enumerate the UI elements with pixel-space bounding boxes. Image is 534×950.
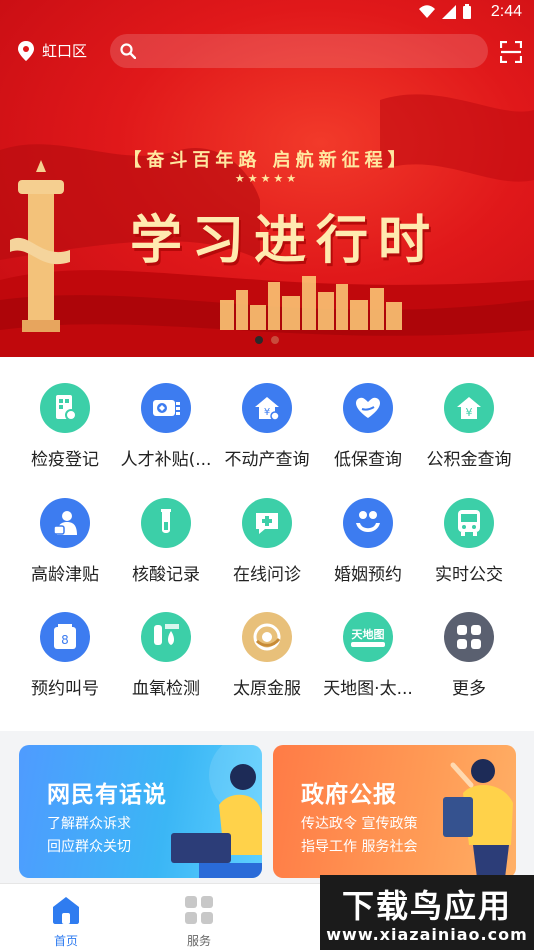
service-label: 在线问诊: [233, 565, 301, 585]
service-item-online-consultation[interactable]: 在线问诊: [217, 498, 317, 598]
service-label: 实时公交: [435, 565, 503, 585]
watermark-url: www.xiazainiao.com: [326, 925, 528, 944]
service-item-talent-subsidy[interactable]: 人才补贴(...: [116, 383, 216, 483]
services-grid: 检疫登记 人才补贴(... ¥ 不动产查询 低保查询 ¥ 公积金查询 高龄津贴 …: [0, 357, 534, 731]
service-item-blood-oxygen[interactable]: 血氧检测: [116, 612, 216, 712]
card-subtitle: 传达政令 宣传政策: [301, 816, 418, 832]
signal-icon: [442, 5, 456, 19]
medical-chat-icon: [242, 498, 292, 548]
tianditu-icon: 天地图: [343, 612, 393, 662]
service-label: 不动产查询: [224, 450, 310, 470]
talent-subsidy-icon: [141, 383, 191, 433]
service-label: 高龄津贴: [31, 565, 99, 585]
search-icon: [120, 43, 136, 59]
more-grid-icon: [444, 612, 494, 662]
service-item-queue-ticket[interactable]: 8 预约叫号: [15, 612, 115, 712]
service-item-subsistence-query[interactable]: 低保查询: [318, 383, 418, 483]
location-label: 虹口区: [42, 42, 88, 60]
service-item-quarantine-register[interactable]: 检疫登记: [15, 383, 115, 483]
card-title: 政府公报: [301, 782, 397, 808]
service-item-more[interactable]: 更多: [419, 612, 519, 712]
scan-icon[interactable]: [500, 41, 522, 63]
blood-oxygen-icon: [141, 612, 191, 662]
carousel-dot-active: [255, 336, 263, 344]
card-title: 网民有话说: [47, 782, 167, 808]
service-label: 低保查询: [334, 450, 402, 470]
house-fund-icon: ¥: [444, 383, 494, 433]
nav-label: 服务: [186, 934, 211, 948]
service-item-tianditu[interactable]: 天地图 天地图·太...: [318, 612, 418, 712]
service-label: 检疫登记: [31, 450, 99, 470]
service-label: 天地图·太...: [323, 679, 413, 699]
service-label: 血氧检测: [132, 679, 200, 699]
card-subtitle: 指导工作 服务社会: [301, 839, 418, 855]
document-scan-icon: [40, 383, 90, 433]
location-selector[interactable]: 虹口区: [18, 40, 87, 61]
banner-stars: ★★★★★: [234, 172, 300, 185]
service-item-marriage-appointment[interactable]: 婚姻预约: [318, 498, 418, 598]
bulletin-illustration: [443, 759, 513, 878]
service-label: 更多: [452, 679, 486, 699]
wifi-icon: [419, 5, 435, 18]
nav-tab-home[interactable]: 首页: [21, 884, 111, 950]
bus-icon: [444, 498, 494, 548]
status-bar: 2:44: [0, 0, 534, 26]
services-grid-icon: [185, 896, 213, 924]
watermark-title: 下载鸟应用: [341, 887, 512, 925]
banner-title: 学习进行时: [130, 210, 441, 271]
card-netizen-voice[interactable]: 网民有话说 了解群众诉求 回应群众关切: [19, 745, 262, 878]
service-item-housing-fund-query[interactable]: ¥ 公积金查询: [419, 383, 519, 483]
carousel-dot: [271, 336, 279, 344]
service-item-realtime-bus[interactable]: 实时公交: [419, 498, 519, 598]
service-item-taiyuan-finance[interactable]: 太原金服: [217, 612, 317, 712]
status-icons: [418, 4, 472, 20]
house-yuan-icon: ¥: [242, 383, 292, 433]
card-gov-bulletin[interactable]: 政府公报 传达政令 宣传政策 指导工作 服务社会: [273, 745, 516, 878]
banner-slogan: 【奋斗百年路 启航新征程】: [123, 150, 411, 171]
netizen-illustration: [171, 745, 262, 878]
service-item-nucleic-acid-record[interactable]: 核酸记录: [116, 498, 216, 598]
status-time: 2:44: [490, 3, 522, 20]
service-item-elderly-allowance[interactable]: 高龄津贴: [15, 498, 115, 598]
watermark: 下载鸟应用 www.xiazainiao.com: [320, 875, 534, 950]
marriage-icon: [343, 498, 393, 548]
svg-text:天地图: 天地图: [352, 627, 385, 641]
svg-text:¥: ¥: [466, 406, 473, 419]
banner-carousel[interactable]: 2:44 虹口区 【奋斗百年路 启航新征程】 ★★★★★ 学习进行时: [0, 0, 534, 357]
location-pin-icon: [18, 40, 34, 61]
carousel-indicator: [255, 336, 279, 344]
battery-icon: [463, 4, 471, 19]
card-subtitle: 了解群众诉求: [47, 816, 131, 832]
service-label: 人才补贴(...: [120, 450, 212, 470]
queue-ticket-icon: 8: [40, 612, 90, 662]
service-label: 婚姻预约: [334, 565, 402, 585]
nav-label: 首页: [53, 934, 78, 948]
test-tube-icon: [141, 498, 191, 548]
search-input[interactable]: [110, 34, 488, 68]
home-icon: [53, 897, 79, 924]
nav-tab-services[interactable]: 服务: [154, 884, 244, 950]
elderly-icon: [40, 498, 90, 548]
service-label: 核酸记录: [132, 565, 200, 585]
service-item-real-estate-query[interactable]: ¥ 不动产查询: [217, 383, 317, 483]
service-label: 太原金服: [233, 679, 301, 699]
heart-hand-icon: [343, 383, 393, 433]
service-label: 预约叫号: [31, 679, 99, 699]
svg-text:¥: ¥: [264, 407, 270, 418]
svg-text:8: 8: [61, 633, 69, 647]
card-subtitle: 回应群众关切: [47, 839, 131, 855]
taiyuan-finance-icon: [242, 612, 292, 662]
service-label: 公积金查询: [426, 450, 512, 470]
